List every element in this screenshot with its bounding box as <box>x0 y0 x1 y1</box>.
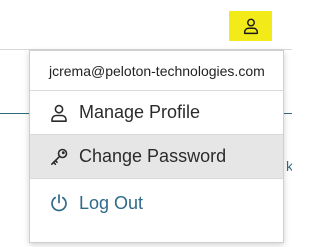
background-divider-left <box>0 113 30 114</box>
page: k jcrema@peloton-technologies.com Manage… <box>0 0 292 247</box>
log-out-label: Log Out <box>79 192 144 213</box>
user-email: jcrema@peloton-technologies.com <box>30 51 283 91</box>
change-password-menu-item[interactable]: Change Password <box>30 135 283 179</box>
power-icon <box>49 193 69 213</box>
log-out-menu-item[interactable]: Log Out <box>30 179 283 227</box>
manage-profile-menu-item[interactable]: Manage Profile <box>30 91 283 135</box>
background-partial-link[interactable]: k <box>286 157 292 175</box>
change-password-label: Change Password <box>79 146 227 166</box>
user-dropdown-menu: jcrema@peloton-technologies.com Manage P… <box>29 50 284 243</box>
manage-profile-label: Manage Profile <box>79 102 201 122</box>
profile-menu-button[interactable] <box>229 11 272 41</box>
background-divider-right <box>284 113 292 114</box>
person-icon <box>49 103 69 123</box>
person-icon <box>242 17 260 35</box>
key-icon <box>49 147 69 167</box>
